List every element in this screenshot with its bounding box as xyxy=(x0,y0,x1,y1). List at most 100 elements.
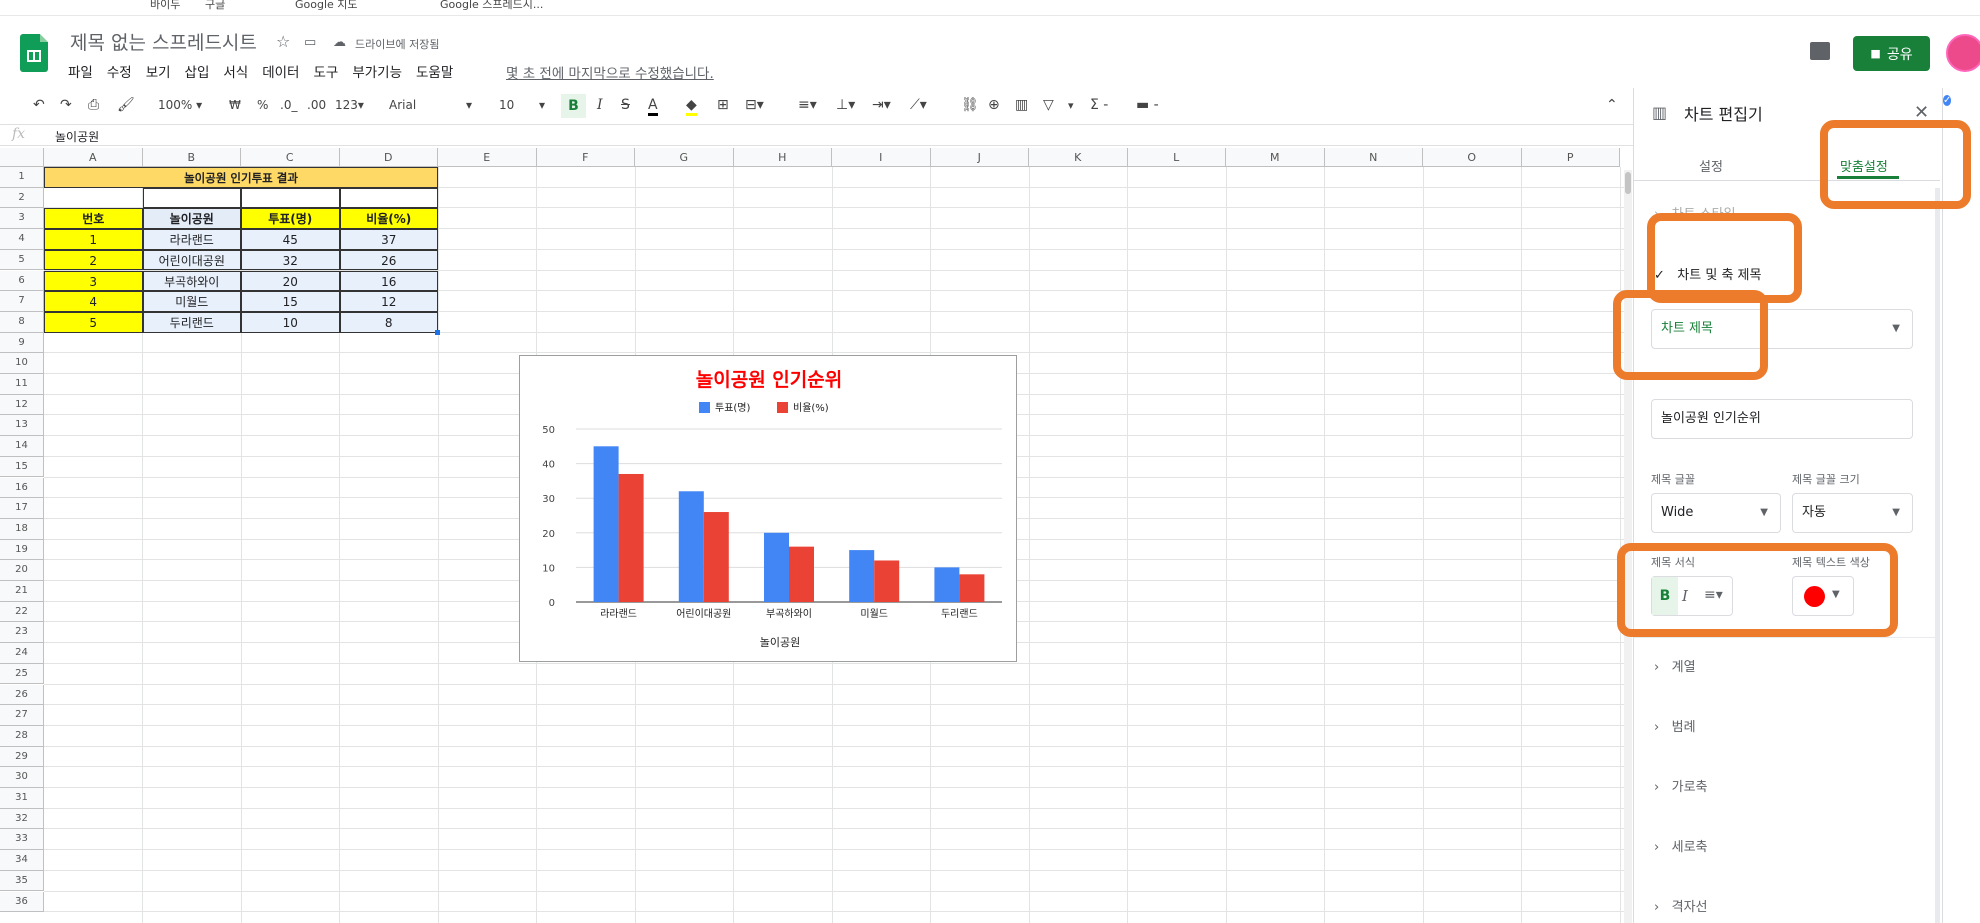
column-header-n[interactable]: N xyxy=(1324,148,1423,167)
table-cell[interactable]: 12 xyxy=(339,291,438,312)
selection-handle[interactable] xyxy=(435,329,440,335)
row-header-10[interactable]: 10 xyxy=(0,353,44,374)
menu-tools[interactable]: 도구 xyxy=(313,61,338,81)
section-horizontal-axis[interactable]: › 가로축 xyxy=(1654,776,1708,795)
column-header-i[interactable]: I xyxy=(832,148,931,167)
row-header-1[interactable]: 1 xyxy=(0,167,44,188)
bookmark-google-maps[interactable]: Google 지도 xyxy=(295,0,358,12)
table-cell[interactable]: 부곡하와이 xyxy=(142,270,241,292)
print-icon[interactable]: ⎙ xyxy=(88,97,99,113)
row-header-12[interactable]: 12 xyxy=(0,394,44,416)
table-title[interactable]: 놀이공원 인기투표 결과 xyxy=(44,167,438,188)
comment-icon[interactable] xyxy=(1810,42,1830,60)
column-header-k[interactable]: K xyxy=(1029,148,1128,167)
table-cell[interactable]: 어린이대공원 xyxy=(142,249,241,271)
insert-comment-icon[interactable]: ⊕ xyxy=(988,97,1000,113)
text-wrap-icon[interactable]: ⇥▾ xyxy=(872,97,891,113)
table-cell[interactable]: 미월드 xyxy=(142,291,241,312)
vertical-align-icon[interactable]: ⊥▾ xyxy=(836,97,855,113)
document-title[interactable]: 제목 없는 스프레드시트 xyxy=(70,28,257,55)
move-folder-icon[interactable]: ▭ xyxy=(304,35,316,50)
text-color-button[interactable]: A xyxy=(648,97,658,116)
row-header-26[interactable]: 26 xyxy=(0,684,44,706)
bold-button[interactable]: B xyxy=(561,94,586,118)
row-header-31[interactable]: 31 xyxy=(0,788,44,809)
row-header-27[interactable]: 27 xyxy=(0,705,44,726)
row-header-6[interactable]: 6 xyxy=(0,270,44,292)
row-header-17[interactable]: 17 xyxy=(0,498,44,519)
row-header-8[interactable]: 8 xyxy=(0,311,44,333)
functions-icon[interactable]: Σ - xyxy=(1090,97,1108,113)
table-cell[interactable]: 1 xyxy=(44,229,143,250)
table-cell[interactable]: 8 xyxy=(339,311,438,333)
section-vertical-axis[interactable]: › 세로축 xyxy=(1654,836,1708,855)
row-header-5[interactable]: 5 xyxy=(0,249,44,271)
table-cell[interactable]: 37 xyxy=(339,229,438,250)
table-cell[interactable]: 32 xyxy=(241,249,340,271)
row-header-16[interactable]: 16 xyxy=(0,477,44,499)
menu-data[interactable]: 데이터 xyxy=(262,61,299,81)
row-header-36[interactable]: 36 xyxy=(0,891,44,913)
title-font-select[interactable]: Wide ▼ xyxy=(1651,493,1781,533)
row-header-2[interactable]: 2 xyxy=(0,187,44,209)
table-cell[interactable]: 3 xyxy=(44,270,143,292)
row-header-28[interactable]: 28 xyxy=(0,725,44,747)
row-header-14[interactable]: 14 xyxy=(0,436,44,457)
table-cell[interactable]: 2 xyxy=(44,249,143,271)
sheets-logo-icon[interactable] xyxy=(20,34,48,72)
menu-edit[interactable]: 수정 xyxy=(107,61,132,81)
row-header-11[interactable]: 11 xyxy=(0,374,44,395)
font-size-select[interactable]: 10 ▾ xyxy=(499,98,549,112)
panel-scrollbar[interactable] xyxy=(1935,188,1940,923)
tasks-icon[interactable]: ✓ xyxy=(1943,95,1952,106)
font-select[interactable]: Arial ▾ xyxy=(389,98,477,112)
row-header-13[interactable]: 13 xyxy=(0,415,44,437)
column-header-j[interactable]: J xyxy=(930,148,1029,167)
row-header-35[interactable]: 35 xyxy=(0,870,44,892)
row-header-34[interactable]: 34 xyxy=(0,850,44,871)
menu-view[interactable]: 보기 xyxy=(146,61,171,81)
strikethrough-button[interactable]: S xyxy=(621,97,630,113)
avatar[interactable] xyxy=(1946,34,1980,72)
decrease-decimal-button[interactable]: .0_ xyxy=(280,98,297,112)
blank-cell[interactable] xyxy=(339,187,438,209)
menu-format[interactable]: 서식 xyxy=(223,61,248,81)
borders-icon[interactable]: ⊞ xyxy=(717,97,729,113)
column-header-c[interactable]: C xyxy=(241,148,340,167)
column-header-d[interactable]: D xyxy=(339,148,438,167)
redo-icon[interactable]: ↷ xyxy=(60,97,72,113)
fill-color-icon[interactable]: ◆ xyxy=(686,97,697,116)
row-header-15[interactable]: 15 xyxy=(0,456,44,478)
bookmark-google-sheets[interactable]: Google 스프레드시... xyxy=(440,0,543,12)
share-button[interactable]: ■ 공유 xyxy=(1853,36,1930,71)
menu-insert[interactable]: 삽입 xyxy=(185,61,210,81)
tab-setup[interactable]: 설정 xyxy=(1699,156,1723,175)
row-header-21[interactable]: 21 xyxy=(0,581,44,602)
row-header-33[interactable]: 33 xyxy=(0,829,44,851)
menu-addons[interactable]: 부가기능 xyxy=(352,61,402,81)
filter-views-icon[interactable]: ▾ xyxy=(1068,99,1074,112)
insert-chart-icon[interactable]: ▥ xyxy=(1015,97,1028,113)
column-header-h[interactable]: H xyxy=(733,148,832,167)
row-header-18[interactable]: 18 xyxy=(0,518,44,540)
menu-help[interactable]: 도움말 xyxy=(416,61,453,81)
currency-format-button[interactable]: ₩ xyxy=(229,98,241,112)
table-cell[interactable]: 20 xyxy=(241,270,340,292)
chart-title[interactable]: 놀이공원 인기순위 xyxy=(696,369,842,391)
horizontal-align-icon[interactable]: ≡▾ xyxy=(798,97,817,113)
text-rotation-icon[interactable]: ⟋▾ xyxy=(910,97,927,113)
row-header-30[interactable]: 30 xyxy=(0,767,44,788)
row-header-22[interactable]: 22 xyxy=(0,601,44,623)
table-cell[interactable]: 라라랜드 xyxy=(142,229,241,250)
column-header-o[interactable]: O xyxy=(1423,148,1522,167)
table-cell[interactable]: 45 xyxy=(241,229,340,250)
merge-cells-icon[interactable]: ⊟▾ xyxy=(745,97,764,113)
column-header-a[interactable]: A xyxy=(44,148,143,167)
filter-icon[interactable]: ▽ xyxy=(1043,97,1054,113)
chart[interactable]: 놀이공원 인기순위 투표(명) 비율(%) 0 10 20 30 40 50 라라랜드 어린이대… xyxy=(519,355,1017,662)
italic-button[interactable]: I xyxy=(597,97,603,113)
chart-x-axis-title[interactable]: 놀이공원 xyxy=(760,636,800,649)
select-all-corner[interactable] xyxy=(0,148,44,167)
row-header-25[interactable]: 25 xyxy=(0,663,44,685)
title-size-select[interactable]: 자동 ▼ xyxy=(1792,493,1913,533)
